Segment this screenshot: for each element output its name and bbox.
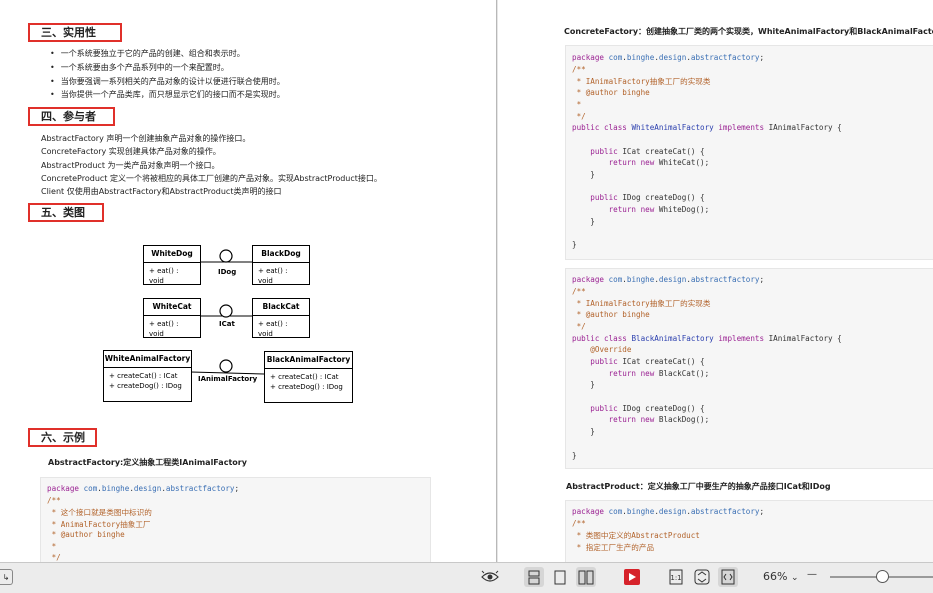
code-line: * AnimalFactory抽象工厂 bbox=[47, 519, 151, 529]
right-page: ConcreteFactory：创建抽象工厂类的两个实现类，WhiteAnima… bbox=[498, 0, 933, 562]
uml-class-op: + eat() : void bbox=[149, 320, 179, 338]
uml-class-name: BlackCat bbox=[253, 299, 309, 316]
code-line: /** bbox=[572, 286, 586, 296]
uml-class-name: BlackAnimalFactory bbox=[265, 352, 352, 369]
code-block: package com.binghe.design.abstractfactor… bbox=[565, 45, 933, 260]
code-line: * 指定工厂生产的产品 bbox=[572, 543, 655, 553]
uml-class-op: + createCat() : ICat bbox=[109, 372, 178, 380]
left-page: 三、实用性 一个系统要独立于它的产品的创建、组合和表示时。 一个系统要由多个产品… bbox=[0, 0, 497, 562]
code-line: return new BlackDog(); bbox=[608, 415, 710, 425]
code-line: */ bbox=[572, 321, 586, 331]
icat-interface-icon bbox=[219, 304, 233, 318]
chevron-down-icon: ⌄ bbox=[790, 573, 799, 583]
slideshow-icon[interactable] bbox=[622, 567, 642, 587]
uml-class-op: + eat() : void bbox=[258, 320, 288, 338]
code-block: package com.binghe.design.abstractfactor… bbox=[565, 500, 933, 562]
zoom-value: 66% bbox=[763, 570, 788, 583]
uml-class-whiteanimalfactory: WhiteAnimalFactory + createCat() : ICat … bbox=[103, 350, 192, 402]
code-line: */ bbox=[572, 111, 586, 121]
uml-class-blackanimalfactory: BlackAnimalFactory + createCat() : ICat … bbox=[264, 351, 353, 403]
uml-class-op: + eat() : void bbox=[258, 267, 288, 285]
code-line: * IAnimalFactory抽象工厂的实现类 bbox=[572, 77, 711, 87]
code-line: } bbox=[572, 450, 577, 460]
code-line: package com.binghe.design.abstractfactor… bbox=[572, 53, 765, 62]
code-line: return new BlackCat(); bbox=[608, 368, 710, 378]
uml-class-whitecat: WhiteCat + eat() : void bbox=[143, 298, 201, 338]
uml-class-op: + createDog() : IDog bbox=[270, 383, 343, 391]
code-line: package com.binghe.design.abstractfactor… bbox=[47, 484, 240, 493]
code-line: } bbox=[572, 216, 595, 226]
uml-interface-label: IAnimalFactory bbox=[198, 375, 258, 383]
zoom-out-button[interactable]: — bbox=[807, 569, 817, 580]
ianimalfactory-interface-icon bbox=[219, 359, 233, 373]
code-line: * @author binghe bbox=[572, 88, 650, 98]
viewer-toolbar: ↳ 1:1 66% ⌄ — bbox=[0, 562, 933, 593]
code-caption: AbstractProduct：定义抽象工厂中要生产的抽象产品接口ICat和ID… bbox=[566, 482, 831, 491]
code-block: package com.binghe.design.abstractfactor… bbox=[565, 268, 933, 469]
code-line: /** bbox=[572, 64, 586, 74]
code-line: } bbox=[572, 240, 577, 250]
code-line: } bbox=[572, 427, 595, 437]
uml-class-op: + createCat() : ICat bbox=[270, 373, 339, 381]
code-line: /** bbox=[47, 495, 61, 505]
code-line: /** bbox=[572, 518, 586, 528]
actual-size-icon[interactable]: 1:1 bbox=[666, 567, 686, 587]
code-line: return new WhiteCat(); bbox=[608, 158, 710, 168]
zoom-dropdown[interactable]: 66% ⌄ bbox=[763, 570, 799, 583]
code-line: public class WhiteAnimalFactory implemen… bbox=[572, 123, 842, 133]
uml-class-name: WhiteCat bbox=[144, 299, 200, 316]
uml-class-name: WhiteAnimalFactory bbox=[104, 351, 191, 368]
code-line: * @author binghe bbox=[572, 310, 650, 320]
code-line: * @author binghe bbox=[47, 530, 125, 539]
code-line: } bbox=[572, 170, 595, 179]
code-line: public IDog createDog() { bbox=[590, 193, 705, 203]
uml-class-blackdog: BlackDog + eat() : void bbox=[252, 245, 310, 285]
uml-class-op: + createDog() : IDog bbox=[109, 382, 182, 390]
code-line: return new WhiteDog(); bbox=[608, 205, 710, 215]
uml-class-blackcat: BlackCat + eat() : void bbox=[252, 298, 310, 338]
exit-icon[interactable]: ↳ bbox=[0, 569, 13, 585]
fit-page-icon[interactable] bbox=[692, 567, 712, 587]
uml-class-ops: + createCat() : ICat + createDog() : IDo… bbox=[104, 368, 191, 394]
uml-class-op: + eat() : void bbox=[149, 267, 179, 285]
uml-interface-label: IDog bbox=[218, 268, 237, 276]
code-line: @Override bbox=[590, 345, 632, 355]
two-page-icon[interactable] bbox=[576, 567, 596, 587]
code-block: package com.binghe.design.abstractfactor… bbox=[40, 477, 431, 562]
svg-text:1:1: 1:1 bbox=[670, 574, 681, 582]
code-line: public class BlackAnimalFactory implemen… bbox=[572, 333, 842, 343]
uml-connectors bbox=[190, 249, 265, 375]
code-line: * IAnimalFactory抽象工厂的实现类 bbox=[572, 299, 711, 309]
section-heading-example: 六、示例 bbox=[28, 428, 97, 447]
code-line: } bbox=[572, 380, 595, 390]
code-line: * 类图中定义的AbstractProduct bbox=[572, 531, 700, 541]
uml-class-whitedog: WhiteDog + eat() : void bbox=[143, 245, 201, 285]
code-caption: ConcreteFactory：创建抽象工厂类的两个实现类，WhiteAnima… bbox=[564, 27, 933, 36]
uml-interface-label: ICat bbox=[219, 320, 235, 328]
code-line: */ bbox=[47, 553, 61, 562]
code-line: public IDog createDog() { bbox=[590, 403, 705, 413]
idog-interface-icon bbox=[219, 249, 233, 263]
code-line: public ICat createCat() { bbox=[590, 356, 705, 366]
fit-width-icon[interactable] bbox=[718, 567, 738, 587]
code-line: package com.binghe.design.abstractfactor… bbox=[572, 275, 765, 284]
code-line: * bbox=[572, 99, 582, 109]
single-page-icon[interactable] bbox=[524, 567, 544, 587]
page-icon[interactable] bbox=[550, 567, 570, 587]
uml-class-name: BlackDog bbox=[253, 246, 309, 263]
code-line: * 这个接口就是类图中标识的 bbox=[47, 508, 152, 517]
code-line: package com.binghe.design.abstractfactor… bbox=[572, 507, 765, 516]
uml-class-ops: + createCat() : ICat + createDog() : IDo… bbox=[265, 369, 352, 395]
eye-icon[interactable] bbox=[480, 567, 500, 587]
uml-class-name: WhiteDog bbox=[144, 246, 200, 263]
code-line: public ICat createCat() { bbox=[590, 146, 705, 156]
zoom-slider-knob[interactable] bbox=[876, 570, 890, 583]
code-line: * bbox=[47, 541, 57, 551]
code-caption: AbstractFactory:定义抽象工程类IAnimalFactory bbox=[48, 458, 247, 467]
